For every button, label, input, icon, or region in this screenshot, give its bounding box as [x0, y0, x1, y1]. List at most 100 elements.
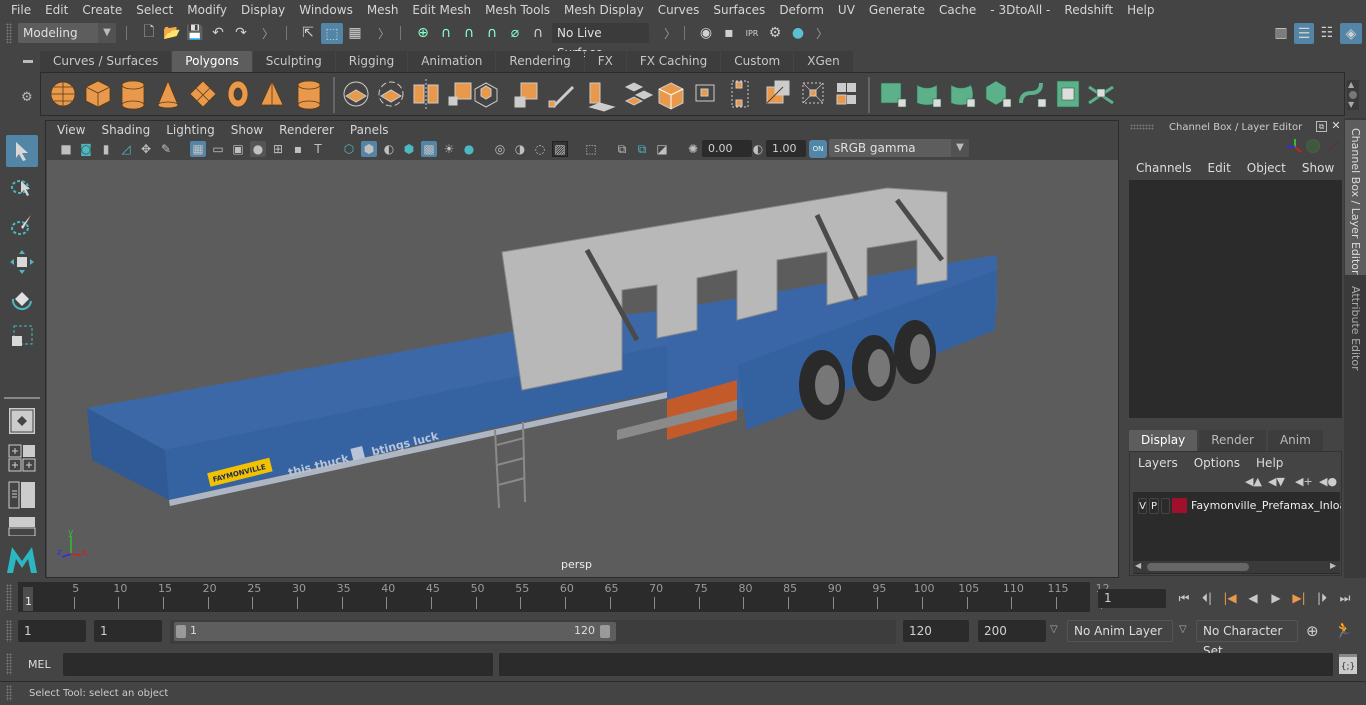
menu-modify[interactable]: Modify — [180, 3, 234, 17]
shelf-scroll[interactable]: ▲ ▼ — [1347, 80, 1359, 110]
poly-pipe-icon[interactable] — [297, 80, 321, 110]
playback-end-field[interactable]: 120 — [903, 620, 969, 642]
xray-joints-icon[interactable]: ⧉ — [614, 141, 630, 157]
layer-color-swatch[interactable] — [1172, 498, 1187, 513]
slow-toggle-icon[interactable] — [1327, 141, 1339, 152]
scroll-thumb[interactable] — [1147, 563, 1249, 571]
range-end-handle[interactable] — [600, 625, 610, 638]
render-settings-icon[interactable]: ⚙ — [766, 24, 784, 42]
layer-tab-display[interactable]: Display — [1129, 430, 1198, 451]
start-frame-field[interactable]: 1 — [18, 620, 86, 642]
gamma-icon[interactable]: ◐ — [750, 141, 766, 157]
range-slider-track[interactable]: 1 120 — [170, 620, 896, 644]
channel-box-menu-edit[interactable]: Edit — [1208, 161, 1231, 175]
move-tool[interactable] — [6, 246, 38, 278]
separate-icon[interactable] — [378, 81, 404, 107]
layer-row[interactable]: V P Faymonville_Prefamax_Inloac — [1133, 497, 1341, 515]
shelf-tab-fx[interactable]: FX — [584, 51, 626, 72]
tool-settings-icon[interactable]: ☷ — [1318, 24, 1336, 42]
range-slider-bar[interactable]: 1 120 — [174, 622, 616, 641]
menu-deform[interactable]: Deform — [772, 3, 831, 17]
scroll-left-icon[interactable]: ◀ — [1135, 561, 1141, 570]
textured-icon[interactable]: ▩ — [421, 141, 437, 157]
drag-handle[interactable] — [6, 685, 12, 701]
shelf-tab-curves-surfaces[interactable]: Curves / Surfaces — [40, 51, 172, 72]
go-to-start-icon[interactable]: ⏮ — [1175, 589, 1193, 607]
modeling-toolkit-icon[interactable]: ▥ — [1272, 24, 1290, 42]
poly-cylinder-icon[interactable] — [121, 80, 145, 110]
display-type-toggle[interactable] — [1161, 498, 1170, 514]
auto-key-icon[interactable]: ⊕ — [1306, 622, 1319, 640]
shelf-tab-xgen[interactable]: XGen — [794, 51, 853, 72]
layer-menu-layers[interactable]: Layers — [1138, 456, 1178, 470]
open-scene-icon[interactable]: 📂 — [163, 24, 181, 42]
poly-cube-shaded-icon[interactable] — [658, 82, 684, 110]
end-frame-field[interactable]: 200 — [978, 620, 1046, 642]
safe-action-icon[interactable]: ▪ — [290, 141, 306, 157]
shelf-tab-custom[interactable]: Custom — [721, 51, 794, 72]
snap-curve-icon[interactable]: ∩ — [437, 24, 455, 42]
current-time-indicator[interactable]: 1 — [23, 587, 33, 611]
poly-cube-icon[interactable] — [85, 80, 111, 108]
menu-mesh[interactable]: Mesh — [360, 3, 406, 17]
visibility-toggle[interactable]: V — [1138, 498, 1147, 514]
redo-icon[interactable]: ↷ — [232, 24, 250, 42]
gamma-field[interactable]: 1.00 — [766, 140, 806, 157]
shelf-tab-rigging[interactable]: Rigging — [335, 51, 408, 72]
live-surface-field[interactable]: No Live Surface — [552, 23, 649, 60]
snap-view-plane-icon[interactable]: ∩ — [483, 24, 501, 42]
drag-handle[interactable] — [6, 620, 12, 642]
2d-pan-zoom-icon[interactable]: ✥ — [138, 141, 154, 157]
menu-edit-mesh[interactable]: Edit Mesh — [405, 3, 478, 17]
extrude-icon[interactable] — [588, 82, 616, 112]
step-forward-key-icon[interactable]: ▶| — [1290, 589, 1308, 607]
go-to-end-icon[interactable]: ⏭ — [1336, 589, 1354, 607]
uv-cylindrical-icon[interactable] — [916, 84, 942, 108]
multi-cut-icon[interactable] — [731, 80, 749, 108]
menu-create[interactable]: Create — [75, 3, 129, 17]
command-input[interactable] — [63, 653, 493, 676]
anti-aliasing-icon[interactable]: ◌ — [532, 141, 548, 157]
step-back-frame-icon[interactable]: ⏴| — [1198, 589, 1216, 607]
field-chart-icon[interactable]: ⊞ — [270, 141, 286, 157]
collapse-icon[interactable] — [802, 82, 824, 104]
grease-pencil-icon[interactable]: ✎ — [158, 141, 174, 157]
ambient-occlusion-icon[interactable]: ◎ — [492, 141, 508, 157]
menu-mesh-tools[interactable]: Mesh Tools — [478, 3, 557, 17]
outliner-persp-layout[interactable] — [6, 479, 38, 511]
menu-file[interactable]: File — [4, 3, 38, 17]
four-view-layout[interactable] — [6, 442, 38, 474]
step-back-key-icon[interactable]: |◀ — [1221, 589, 1239, 607]
layer-tab-render[interactable]: Render — [1199, 430, 1266, 451]
script-editor-icon[interactable]: {;} — [1339, 654, 1357, 674]
film-gate-icon[interactable]: ▭ — [210, 141, 226, 157]
speed-toggle-icon[interactable] — [1306, 139, 1320, 153]
viewport-menu-panels[interactable]: Panels — [342, 121, 397, 139]
single-perspective-layout[interactable] — [6, 405, 38, 437]
smooth-shade-icon[interactable]: ⬢ — [361, 141, 377, 157]
channel-box-area[interactable] — [1129, 180, 1342, 418]
menu-edit[interactable]: Edit — [38, 3, 75, 17]
playback-start-field[interactable]: 1 — [94, 620, 162, 642]
ipr-render-icon[interactable]: IPR — [743, 24, 761, 42]
select-camera-icon[interactable]: ■ — [58, 141, 74, 157]
menu-generate[interactable]: Generate — [862, 3, 932, 17]
drag-handle[interactable] — [6, 584, 12, 610]
uv-unfold-icon[interactable] — [1019, 82, 1047, 108]
move-layer-up-icon[interactable]: ◀▲ — [1245, 475, 1262, 488]
uv-planar-icon[interactable] — [880, 82, 907, 108]
grid-toggle-icon[interactable]: ▦ — [190, 141, 206, 157]
wireframe-on-shaded-icon[interactable]: ◐ — [381, 141, 397, 157]
gate-mask-icon[interactable]: ● — [250, 141, 266, 157]
shadows-icon[interactable]: ● — [461, 141, 477, 157]
menu-curves[interactable]: Curves — [651, 3, 707, 17]
poly-sphere-icon[interactable] — [50, 81, 76, 107]
render-current-frame-icon[interactable]: ▪ — [720, 24, 738, 42]
step-forward-frame-icon[interactable]: |⏵ — [1313, 589, 1331, 607]
motion-blur-icon[interactable]: ◑ — [512, 141, 528, 157]
snap-surface-icon[interactable]: ∩ — [529, 24, 547, 42]
save-scene-icon[interactable]: 💾 — [186, 24, 204, 42]
shelf-tab-animation[interactable]: Animation — [408, 51, 496, 72]
viewport-menu-view[interactable]: View — [49, 121, 93, 139]
uv-spherical-icon[interactable] — [950, 84, 976, 108]
